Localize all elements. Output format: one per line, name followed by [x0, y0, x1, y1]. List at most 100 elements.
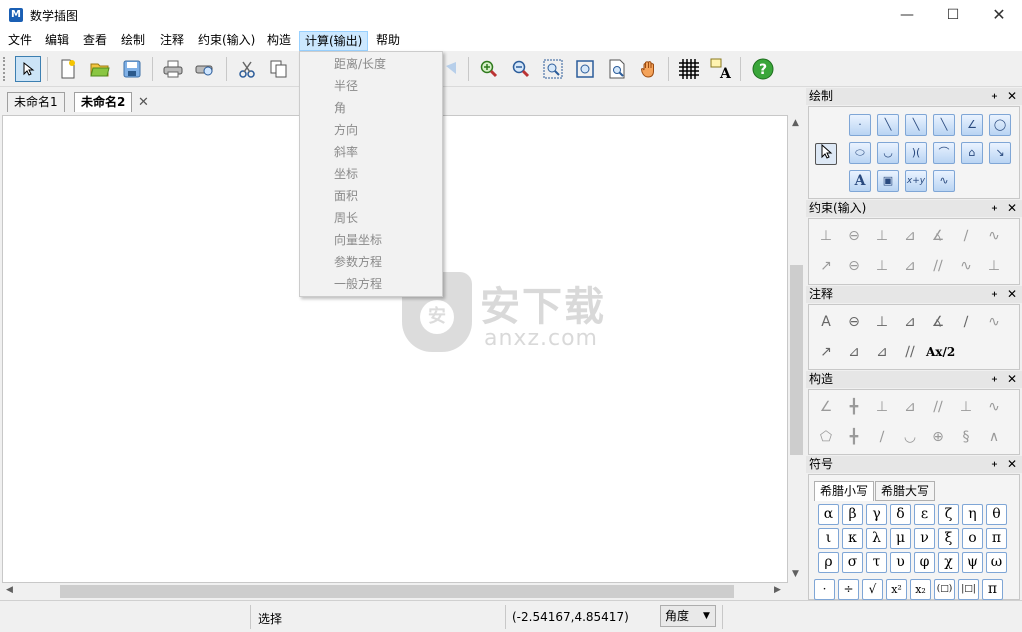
annotate-curve-icon[interactable]: ∿	[982, 311, 1006, 333]
tab-untitled-2[interactable]: 未命名2	[74, 92, 133, 112]
symbol-rho[interactable]: ρ	[818, 552, 839, 573]
construct-spiral-icon[interactable]: §	[954, 426, 978, 448]
symbol-omega[interactable]: ω	[986, 552, 1007, 573]
symbol-subscript[interactable]: x₂	[910, 579, 931, 600]
symbol-pi[interactable]: π	[986, 528, 1007, 549]
symbol-sigma[interactable]: σ	[842, 552, 863, 573]
horizontal-scroll-thumb[interactable]	[60, 585, 734, 598]
annotate-vector-icon[interactable]: ↗	[814, 341, 838, 363]
circle-tool-icon[interactable]: ◯	[989, 114, 1011, 136]
symbol-chi[interactable]: χ	[938, 552, 959, 573]
constraint-baseline-icon[interactable]: ⊥	[982, 255, 1006, 277]
zoom-in-icon[interactable]	[476, 56, 502, 82]
constraint-vector-icon[interactable]: ↗	[814, 255, 838, 277]
annotate-height-icon[interactable]: ⊿	[842, 341, 866, 363]
constraint-circle-icon[interactable]: ⊖	[842, 225, 866, 247]
angle-tool-icon[interactable]: ∠	[961, 114, 983, 136]
symbol-eta[interactable]: η	[962, 504, 983, 525]
menu-edit[interactable]: 编辑	[40, 31, 74, 51]
annotate-fraction-icon[interactable]: Ax/2	[926, 341, 955, 363]
annotate-direction-icon[interactable]: ∡	[926, 311, 950, 333]
ellipse-tool-icon[interactable]: ⬭	[849, 142, 871, 164]
symbol-nu[interactable]: ν	[914, 528, 935, 549]
polygon-tool-icon[interactable]: ⌂	[961, 142, 983, 164]
symbol-omicron[interactable]: ο	[962, 528, 983, 549]
toolbar-grip[interactable]	[3, 57, 6, 81]
save-icon[interactable]	[119, 56, 145, 82]
ray-tool-icon[interactable]: ╲	[905, 114, 927, 136]
symbol-pi-const[interactable]: π	[982, 579, 1003, 600]
pin-icon[interactable]: ᚐ	[992, 200, 997, 217]
open-icon[interactable]	[87, 56, 113, 82]
construct-midpoint-icon[interactable]: ⊥	[954, 396, 978, 418]
tab-greek-uppercase[interactable]: 希腊大写	[875, 481, 936, 501]
scroll-left-icon[interactable]: ◀	[6, 585, 13, 595]
constraint-distance-icon[interactable]: ⊥	[870, 255, 894, 277]
symbol-upsilon[interactable]: υ	[890, 552, 911, 573]
menu-help[interactable]: 帮助	[371, 31, 405, 51]
vertical-scrollbar[interactable]: ▲ ▼	[788, 115, 805, 583]
menu-annotate[interactable]: 注释	[155, 31, 189, 51]
symbol-kappa[interactable]: κ	[842, 528, 863, 549]
symbol-zeta[interactable]: ζ	[938, 504, 959, 525]
annotate-label-icon[interactable]: A	[814, 311, 838, 333]
angle-unit-select[interactable]: 角度 ▼	[660, 605, 716, 627]
panel-close-icon[interactable]: ✕	[1007, 286, 1017, 303]
construct-bisector-icon[interactable]: ⊿	[898, 396, 922, 418]
zoom-fit-icon[interactable]	[572, 56, 598, 82]
freehand-tool-icon[interactable]: ∿	[933, 170, 955, 192]
scroll-up-icon[interactable]: ▲	[792, 118, 799, 128]
arc-tool-icon[interactable]: ◡	[877, 142, 899, 164]
pin-icon[interactable]: ᚐ	[992, 286, 997, 303]
menu-item-slope[interactable]: 斜率	[334, 141, 358, 163]
image-tool-icon[interactable]: ▣	[877, 170, 899, 192]
menu-view[interactable]: 查看	[78, 31, 112, 51]
pointer-icon[interactable]	[15, 56, 41, 82]
tab-untitled-1[interactable]: 未命名1	[7, 92, 65, 112]
menu-constraint[interactable]: 约束(输入)	[193, 31, 260, 51]
symbol-iota[interactable]: ι	[818, 528, 839, 549]
construct-reflect-icon[interactable]: ∧	[982, 426, 1006, 448]
construct-tangent-icon[interactable]: ∿	[982, 396, 1006, 418]
panel-close-icon[interactable]: ✕	[1007, 200, 1017, 217]
construct-arc-icon[interactable]: ◡	[898, 426, 922, 448]
symbol-phi[interactable]: φ	[914, 552, 935, 573]
construct-perpendicular-icon[interactable]: ╋	[842, 396, 866, 418]
minimize-button[interactable]: —	[884, 0, 930, 30]
pin-icon[interactable]: ᚐ	[992, 371, 997, 388]
formula-tool-icon[interactable]: x+y	[905, 170, 927, 192]
text-style-icon[interactable]: A	[708, 56, 734, 82]
vector-tool-icon[interactable]: ↘	[989, 142, 1011, 164]
segment-tool-icon[interactable]: ╲	[877, 114, 899, 136]
construct-angle-icon[interactable]: ∠	[814, 396, 838, 418]
pin-icon[interactable]: ᚐ	[992, 456, 997, 473]
select-tool-icon[interactable]	[815, 143, 837, 165]
menu-compute[interactable]: 计算(输出)	[299, 31, 369, 51]
tab-greek-lowercase[interactable]: 希腊小写	[814, 481, 875, 501]
menu-file[interactable]: 文件	[3, 31, 37, 51]
symbol-parentheses[interactable]: (□)	[934, 579, 955, 600]
scroll-down-icon[interactable]: ▼	[792, 569, 799, 579]
construct-foot-icon[interactable]: ⊥	[870, 396, 894, 418]
menu-construct[interactable]: 构造	[262, 31, 296, 51]
constraint-tangent-icon[interactable]: ⊖	[842, 255, 866, 277]
annotate-angle-icon[interactable]: ⊿	[898, 311, 922, 333]
symbol-mu[interactable]: μ	[890, 528, 911, 549]
construct-line-icon[interactable]: ∕	[870, 426, 894, 448]
symbol-delta[interactable]: δ	[890, 504, 911, 525]
point-tool-icon[interactable]: ·	[849, 114, 871, 136]
menu-item-angle[interactable]: 角	[334, 97, 346, 119]
menu-item-direction[interactable]: 方向	[334, 119, 358, 141]
symbol-epsilon[interactable]: ε	[914, 504, 935, 525]
constraint-angle-icon[interactable]: ⊿	[898, 225, 922, 247]
constraint-curve-icon[interactable]: ∿	[954, 255, 978, 277]
symbol-tau[interactable]: τ	[866, 552, 887, 573]
annotate-ray-icon[interactable]: ∕	[954, 311, 978, 333]
zoom-box-icon[interactable]	[540, 56, 566, 82]
help-icon[interactable]: ?	[750, 56, 776, 82]
panel-close-icon[interactable]: ✕	[1007, 88, 1017, 105]
line-tool-icon[interactable]: ╲	[933, 114, 955, 136]
zoom-out-icon[interactable]	[508, 56, 534, 82]
menu-item-coordinates[interactable]: 坐标	[334, 163, 358, 185]
constraint-parallel-icon[interactable]: ∡	[926, 225, 950, 247]
